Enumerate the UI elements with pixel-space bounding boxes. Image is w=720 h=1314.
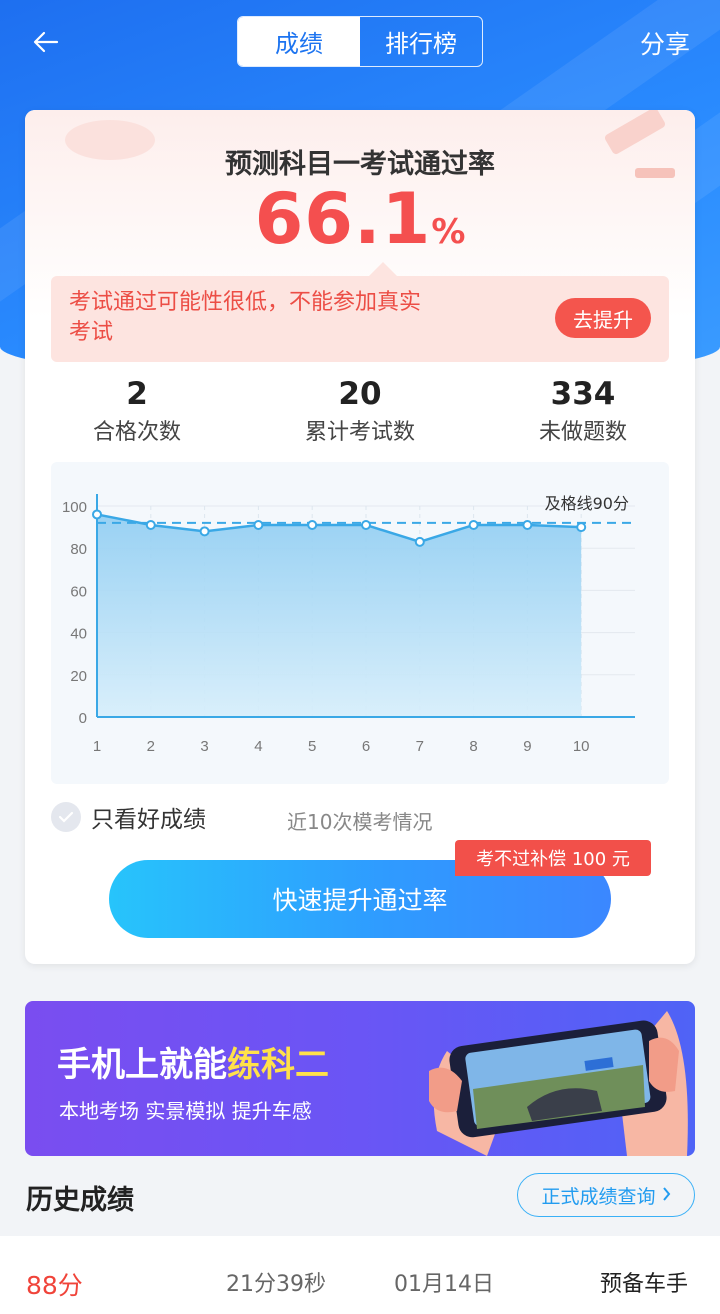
history-date: 01月14日	[394, 1272, 494, 1297]
result-card: 预测科目一考试通过率 66.1% 考试通过可能性很低，不能参加真实考试 去提升 …	[25, 110, 695, 964]
y-tick-label: 100	[62, 499, 87, 516]
check-circle-icon	[51, 802, 81, 832]
score-point	[576, 522, 587, 533]
x-tick-label: 3	[200, 738, 208, 755]
stat-value: 20	[338, 376, 382, 412]
score-chart-svg: 0 20 40 60 80 100 及格线90分 1 2 3 4 5 6 7 8 9 10	[62, 494, 635, 755]
chart-note: 近10次模考情况	[287, 810, 433, 834]
stat-label: 累计考试数	[304, 420, 415, 445]
arrow-left-icon	[33, 31, 59, 53]
official-score-query-button[interactable]: 正式成绩查询	[517, 1173, 695, 1217]
stat-passed: 2 合格次数	[47, 376, 227, 446]
improve-button[interactable]: 去提升	[555, 298, 651, 338]
warning-text: 考试通过可能性很低，不能参加真实考试	[69, 290, 422, 345]
pass-rate-unit: %	[431, 212, 466, 252]
pass-rate-value: 66.1	[254, 178, 432, 260]
passing-line-label: 及格线90分	[545, 494, 629, 513]
x-tick-label: 4	[254, 738, 262, 755]
practice-banner[interactable]: 手机上就能练科二 本地考场 实景模拟 提升车感	[25, 1001, 695, 1156]
x-tick-label: 7	[416, 738, 424, 755]
stat-total-exams: 20 累计考试数	[270, 376, 450, 446]
phone-driving-illustration	[429, 1011, 688, 1156]
history-row[interactable]: 88分 21分39秒 01月14日 预备车手	[0, 1236, 720, 1314]
pass-rate: 66.1%	[25, 178, 695, 260]
history-score: 88分	[26, 1271, 83, 1300]
warning-box: 考试通过可能性很低，不能参加真实考试 去提升	[51, 262, 669, 362]
history-rank: 预备车手	[600, 1272, 689, 1297]
banner-subtitle: 本地考场 实景模拟 提升车感	[59, 1099, 312, 1123]
chevron-right-icon	[662, 1184, 671, 1206]
tab-switcher: 成绩 排行榜	[237, 16, 483, 67]
y-tick-label: 40	[70, 626, 87, 643]
score-area	[97, 514, 582, 717]
score-point	[522, 519, 533, 530]
score-chart: 0 20 40 60 80 100 及格线90分 1 2 3 4 5 6 7 8 9 10	[51, 462, 669, 784]
history-title: 历史成绩	[26, 1185, 134, 1216]
score-point	[253, 519, 264, 530]
x-tick-label: 1	[93, 738, 101, 755]
x-tick-label: 10	[573, 738, 590, 755]
x-tick-label: 9	[523, 738, 531, 755]
score-point	[145, 519, 156, 530]
stats-row: 2 合格次数 20 累计考试数 334 未做题数	[25, 376, 695, 446]
stat-label: 未做题数	[538, 420, 627, 445]
stat-value: 2	[126, 376, 148, 412]
banner-title: 手机上就能练科二	[57, 1037, 329, 1086]
banner-title-prefix: 手机上就能	[57, 1045, 227, 1085]
y-tick-label: 60	[70, 583, 87, 600]
good-scores-label: 只看好成绩	[91, 807, 206, 833]
score-point	[468, 519, 479, 530]
y-tick-label: 0	[79, 710, 87, 727]
compensation-badge: 考不过补偿 100 元	[455, 840, 651, 876]
score-point	[92, 509, 102, 520]
y-tick-label: 20	[70, 668, 87, 685]
score-point	[414, 536, 425, 547]
stat-value: 334	[550, 376, 616, 412]
card-title: 预测科目一考试通过率	[225, 149, 495, 180]
official-score-query-label: 正式成绩查询	[541, 1185, 656, 1208]
y-tick-label: 80	[70, 541, 87, 558]
score-point	[199, 526, 210, 537]
score-point	[361, 519, 371, 530]
score-point	[307, 519, 318, 530]
banner-title-highlight: 练科二	[227, 1045, 329, 1085]
tab-leaderboard[interactable]: 排行榜	[360, 17, 482, 66]
back-button[interactable]	[24, 24, 68, 60]
share-button[interactable]: 分享	[640, 25, 690, 61]
x-tick-label: 2	[147, 738, 155, 755]
good-scores-toggle[interactable]: 只看好成绩	[51, 800, 206, 834]
history-duration: 21分39秒	[226, 1272, 326, 1297]
tab-scores[interactable]: 成绩	[238, 17, 360, 66]
stat-label: 合格次数	[92, 420, 181, 445]
x-tick-label: 6	[362, 738, 370, 755]
x-tick-label: 8	[469, 738, 477, 755]
stat-undone: 334 未做题数	[493, 376, 673, 446]
x-tick-label: 5	[308, 738, 316, 755]
top-bar: 成绩 排行榜 分享	[0, 0, 720, 84]
